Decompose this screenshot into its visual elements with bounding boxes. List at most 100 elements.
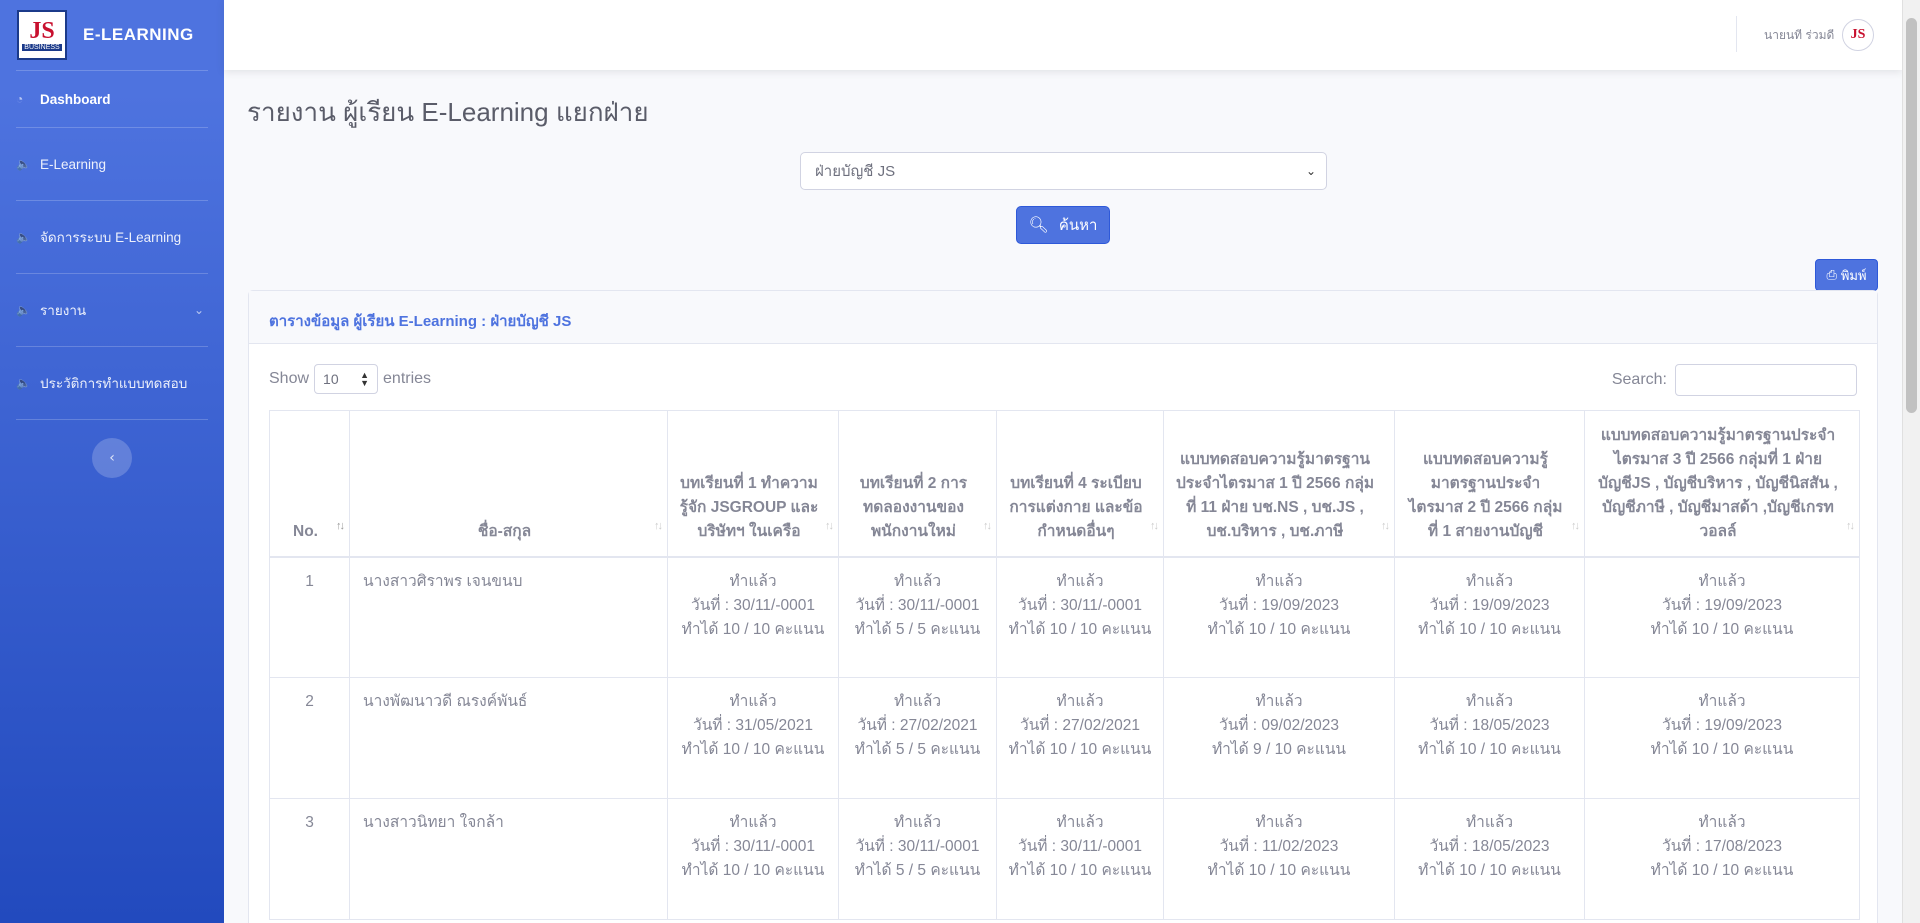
result-date: วันที่ : 11/02/2023 [1219, 838, 1339, 855]
sidebar-item-label: รายงาน [40, 303, 87, 318]
up-down-icon: ▲ ▼ [360, 370, 370, 388]
sidebar-item-manage-elearning[interactable]: 🔈 จัดการระบบ E-Learning [0, 201, 224, 273]
result-date: วันที่ : 19/09/2023 [1661, 596, 1782, 614]
result-score: ทำได้ 10 / 10 คะแนน [681, 741, 825, 758]
data-card: ตารางข้อมูล ผู้เรียน E-Learning : ฝ่ายบั… [248, 290, 1878, 923]
result-score: ทำได้ 10 / 10 คะแนน [681, 620, 825, 638]
result-status: ทำแล้ว [729, 693, 777, 710]
search-button-label: ค้นหา [1058, 217, 1098, 234]
sort-icon: ↑↓ [1846, 519, 1855, 532]
sidebar-item-reports[interactable]: 🔈 รายงาน ⌄ [0, 274, 224, 346]
sidebar-item-dashboard[interactable]: ◔ Dashboard [0, 71, 224, 127]
print-icon: ⎙ [1826, 267, 1837, 282]
result-date: วันที่ : 19/09/2023 [1661, 717, 1782, 734]
brand[interactable]: JS BUSINESS E-LEARNING [0, 0, 224, 70]
result-date: วันที่ : 27/02/2021 [857, 717, 978, 734]
result-score: ทำได้ 9 / 10 คะแนน [1211, 741, 1347, 758]
column-header-name[interactable]: ชื่อ-สกุล ↑↓ [349, 410, 668, 558]
result-status: ทำแล้ว [1056, 693, 1104, 710]
scrollbar-thumb[interactable] [1906, 18, 1917, 413]
logo-subtext: BUSINESS [22, 43, 62, 51]
table-header-row: No. ↑↓ ชื่อ-สกุล ↑↓ บทเรียนที่ 1 ทำความรู้… [269, 410, 1860, 558]
result-status: ทำแล้ว [1056, 814, 1104, 831]
column-header-quiz-q1[interactable]: แบบทดสอบความรู้มาตรฐานประจำไตรมาส 1 ปี 2… [1163, 410, 1395, 558]
sidebar-item-elearning[interactable]: 🔈 E-Learning [0, 128, 224, 200]
result-score: ทำได้ 10 / 10 คะแนน [1008, 741, 1152, 758]
result-cell: ทำแล้ว วันที่ : 19/09/2023 ทำได้ 10 / 10 ค… [1584, 556, 1860, 678]
table-row: 1 นางสาวศิราพร เจนขนบ ทำแล้ว วันที่ : 30/11… [269, 556, 1860, 678]
result-date: วันที่ : 19/09/2023 [1218, 596, 1339, 614]
result-score: ทำได้ 10 / 10 คะแนน [1207, 620, 1351, 638]
result-score: ทำได้ 10 / 10 คะแนน [1207, 862, 1351, 879]
result-date: วันที่ : 30/11/-0001 [855, 838, 980, 855]
department-selected-value: ฝ่ายบัญชี JS [815, 163, 896, 180]
result-status: ทำแล้ว [1255, 693, 1303, 710]
sidebar: JS BUSINESS E-LEARNING ◔ Dashboard 🔈 E-L… [0, 0, 224, 923]
result-cell: ทำแล้ว วันที่ : 27/02/2021 ทำได้ 10 / 10 ค… [996, 677, 1164, 799]
sort-icon: ↑↓ [1571, 519, 1580, 532]
column-header-lesson-4[interactable]: บทเรียนที่ 4 ระเบียบการแต่งกาย และข้อกำห… [996, 410, 1164, 558]
result-status: ทำแล้ว [729, 814, 777, 831]
result-date: วันที่ : 30/11/-0001 [855, 596, 980, 614]
result-cell: ทำแล้ว วันที่ : 19/09/2023 ทำได้ 10 / 10 ค… [1163, 556, 1395, 678]
search-label: Search: [1611, 371, 1667, 388]
result-status: ทำแล้ว [893, 693, 942, 710]
result-date: วันที่ : 18/05/2023 [1429, 838, 1550, 855]
result-score: ทำได้ 10 / 10 คะแนน [1008, 862, 1152, 879]
sidebar-item-test-history[interactable]: 🔈 ประวัติการทำแบบทดสอบ [0, 347, 224, 419]
user-name[interactable]: นายนที ร่วมดี [1764, 26, 1834, 45]
learner-name: นางสาวศิราพร เจนขนบ [349, 556, 668, 678]
search-button[interactable]: 🔍︎ ค้นหา [1016, 206, 1110, 244]
result-score: ทำได้ 10 / 10 คะแนน [1418, 620, 1561, 638]
result-cell: ทำแล้ว วันที่ : 18/05/2023 ทำได้ 10 / 10 ค… [1394, 677, 1585, 799]
print-button-label: พิมพ์ [1840, 267, 1867, 283]
result-date: วันที่ : 30/11/-0001 [690, 596, 816, 614]
result-score: ทำได้ 5 / 5 คะแนน [854, 741, 981, 758]
entries-value: 10 [323, 371, 339, 387]
brand-title: E-LEARNING [83, 25, 194, 44]
result-cell: ทำแล้ว วันที่ : 18/05/2023 ทำได้ 10 / 10 ค… [1394, 798, 1585, 920]
entries-label: entries [383, 370, 432, 387]
result-status: ทำแล้ว [893, 814, 942, 831]
result-status: ทำแล้ว [1465, 693, 1514, 710]
dashboard-icon: ◔ [16, 92, 24, 106]
sort-icon: ↑↓ [1381, 519, 1390, 532]
sidebar-item-label: จัดการระบบ E-Learning [40, 230, 182, 245]
result-status: ทำแล้ว [729, 572, 777, 590]
entries-select[interactable]: 10 ▲ ▼ [314, 364, 379, 394]
vertical-scrollbar[interactable] [1902, 0, 1920, 923]
sidebar-toggle-button[interactable]: ‹ [92, 438, 132, 478]
logo-text: JS [29, 17, 55, 44]
sidebar-item-label: ประวัติการทำแบบทดสอบ [40, 376, 188, 391]
column-header-lesson-2[interactable]: บทเรียนที่ 2 การทดลองงานของพนักงานใหม่ ↑↓ [838, 410, 997, 558]
topbar-divider [1736, 16, 1737, 52]
search-input[interactable] [1675, 364, 1857, 396]
column-header-quiz-q3[interactable]: แบบทดสอบความรู้มาตรฐานประจำไตรมาส 3 ปี 2… [1584, 410, 1860, 558]
result-status: ทำแล้ว [1698, 814, 1746, 831]
result-status: ทำแล้ว [1056, 572, 1104, 590]
result-date: วันที่ : 30/11/-0001 [690, 838, 816, 855]
table-row: 2 นางพัฒนาวดี ณรงค์พันธ์ ทำแล้ว วันที่ : 31… [269, 677, 1860, 799]
column-header-lesson-1[interactable]: บทเรียนที่ 1 ทำความรู้จัก JSGROUP และบริ… [667, 410, 839, 558]
sidebar-item-label: Dashboard [40, 91, 111, 107]
column-header-quiz-q2[interactable]: แบบทดสอบความรู้มาตรฐานประจำไตรมาส 2 ปี 2… [1394, 410, 1585, 558]
speaker-icon: 🔈 [16, 157, 31, 171]
sort-icon: ↑↓ [825, 519, 834, 532]
department-select[interactable]: ฝ่ายบัญชี JS ⌄ [800, 152, 1327, 190]
search-icon: 🔍︎ [1028, 217, 1049, 234]
result-date: วันที่ : 30/11/-0001 [1017, 596, 1143, 614]
result-status: ทำแล้ว [1698, 693, 1746, 710]
result-date: วันที่ : 19/09/2023 [1429, 596, 1550, 614]
avatar[interactable]: JS [1842, 19, 1874, 51]
print-button[interactable]: ⎙ พิมพ์ [1815, 259, 1878, 291]
learner-name: นางสาวนิทยา ใจกล้า [349, 798, 668, 920]
result-cell: ทำแล้ววันที่ : 27/02/2021 ทำได้ 5 / 5 คะแ… [838, 677, 997, 799]
result-score: ทำได้ 5 / 5 คะแนน [854, 862, 981, 879]
result-score: ทำได้ 10 / 10 คะแนน [1418, 741, 1561, 758]
chevron-down-icon: ⌄ [1305, 164, 1316, 178]
result-score: ทำได้ 10 / 10 คะแนน [1650, 741, 1794, 758]
table-search: Search: [1612, 364, 1857, 396]
result-date: วันที่ : 17/08/2023 [1661, 838, 1782, 855]
sort-asc-icon: ↑↓ [336, 519, 345, 532]
column-header-no[interactable]: No. ↑↓ [269, 410, 350, 558]
